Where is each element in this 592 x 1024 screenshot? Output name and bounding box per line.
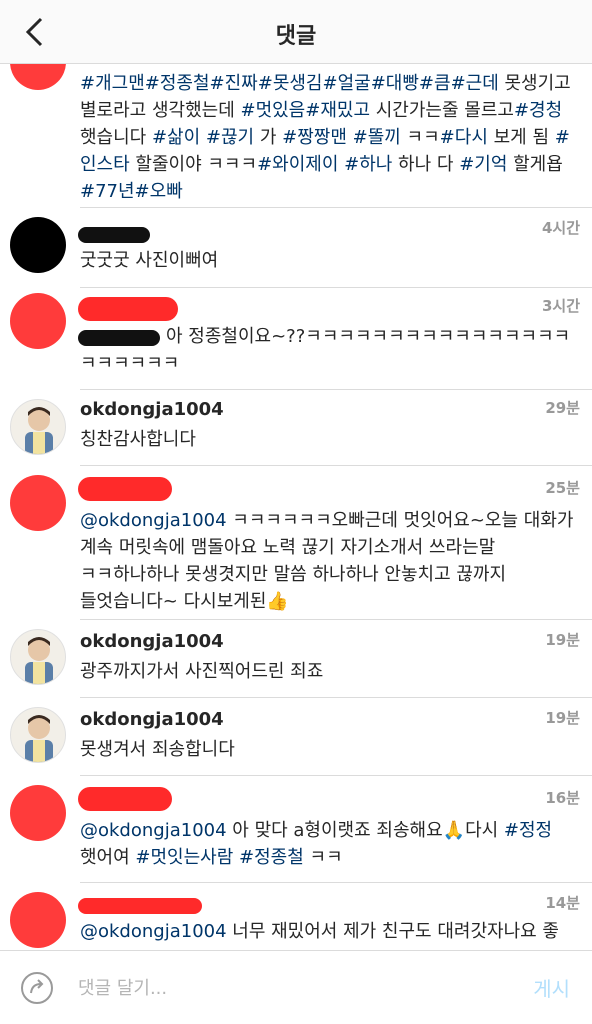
- hashtag-link[interactable]: #대빵: [371, 73, 419, 94]
- avatar[interactable]: [10, 64, 66, 90]
- share-arrow-icon: [21, 972, 53, 1004]
- comment-text: 하나 다: [392, 154, 460, 175]
- comment-list[interactable]: #개그맨#정종철#진짜#못생김#얼굴#대빵#큼#근데 못생기고 별로라고 생각했…: [0, 64, 592, 950]
- comment-time: 29분: [545, 399, 580, 417]
- avatar[interactable]: [10, 475, 66, 531]
- comment-body: 광주까지가서 사진찍어드린 죄죠: [80, 658, 574, 685]
- mention-link[interactable]: @okdongja1004: [80, 921, 227, 942]
- comment-text: ㅋㅋ: [303, 847, 343, 868]
- comment-username[interactable]: okdongja1004: [80, 631, 224, 652]
- hashtag-link[interactable]: #재밌고: [305, 100, 370, 121]
- comment-text: 햇어여: [80, 847, 136, 868]
- comment-time: 3시간: [541, 297, 580, 315]
- redacted-username: [78, 227, 150, 243]
- comment-text: 할게욥: [507, 154, 563, 175]
- post-button[interactable]: 게시: [533, 973, 570, 1002]
- comment-body: @okdongja1004 아 맞다 a형이랫죠 죄송해요🙏다시 #정정 햇어여…: [80, 817, 574, 871]
- comment-input[interactable]: [78, 973, 498, 1003]
- hashtag-link[interactable]: #하나: [344, 154, 392, 175]
- hashtag-link[interactable]: #끊기: [206, 127, 254, 148]
- comment-text: 가: [254, 127, 283, 148]
- comment-text: 너무 재밌어서 제가 친구도 대려갓자나요 좋: [226, 921, 559, 942]
- comment-body: 아 정종철이요~??ㅋㅋㅋㅋㅋㅋㅋㅋㅋㅋㅋㅋㅋㅋㅋㅋ ㅋㅋㅋㅋㅋㅋ: [80, 323, 574, 377]
- comment-body: 칭찬감사합니다: [80, 426, 574, 453]
- comment-text: 광주까지가서 사진찍어드린 죄죠: [80, 661, 324, 682]
- mention-link[interactable]: @okdongja1004: [80, 510, 227, 531]
- avatar[interactable]: [10, 399, 66, 455]
- comment-text: 햇습니다: [80, 127, 152, 148]
- comment-text: 칭찬감사합니다: [80, 429, 196, 450]
- hashtag-link[interactable]: #짱짱맨: [282, 127, 347, 148]
- redacted-username: [78, 898, 202, 914]
- hashtag-link[interactable]: #정정: [504, 820, 552, 841]
- comment-text: 아 정종철이요~??ㅋㅋㅋㅋㅋㅋㅋㅋㅋㅋㅋㅋㅋㅋㅋㅋ ㅋㅋㅋㅋㅋㅋ: [80, 326, 571, 374]
- comment-username[interactable]: okdongja1004: [80, 399, 224, 420]
- divider: [80, 287, 592, 288]
- divider: [80, 697, 592, 698]
- comment-text: ㅋㅋ: [400, 127, 440, 148]
- avatar[interactable]: [10, 707, 66, 763]
- divider: [80, 882, 592, 883]
- hashtag-link[interactable]: #진짜: [210, 73, 258, 94]
- hashtag-link[interactable]: #다시: [440, 127, 488, 148]
- avatar[interactable]: [10, 785, 66, 841]
- comment-text: 굿굿굿 사진이뻐여: [80, 250, 219, 271]
- hashtag-link[interactable]: #경청: [514, 100, 562, 121]
- divider: [80, 465, 592, 466]
- comment-time: 4시간: [541, 219, 580, 237]
- comment-username[interactable]: okdongja1004: [80, 709, 224, 730]
- redacted-username: [78, 477, 172, 501]
- hashtag-link[interactable]: #기억: [459, 154, 507, 175]
- avatar[interactable]: [10, 629, 66, 685]
- hashtag-link[interactable]: #얼굴: [323, 73, 371, 94]
- profile-photo-icon: [25, 637, 53, 684]
- top-bar: 댓글: [0, 0, 592, 64]
- divider: [80, 207, 592, 208]
- hashtag-link[interactable]: #오빠: [135, 181, 183, 202]
- hashtag-link[interactable]: #못생김: [258, 73, 323, 94]
- profile-photo-icon: [25, 715, 53, 762]
- comment-time: 16분: [545, 789, 580, 807]
- comment-time: 25분: [545, 479, 580, 497]
- hashtag-link[interactable]: #와이제이: [257, 154, 338, 175]
- comment-text: 다시: [465, 820, 504, 841]
- avatar[interactable]: [10, 217, 66, 273]
- comment-time: 19분: [545, 631, 580, 649]
- comment-text: 할줄이야 ㅋㅋㅋ: [129, 154, 258, 175]
- comment-body: 못생겨서 죄송합니다: [80, 736, 574, 763]
- comment-body: #개그맨#정종철#진짜#못생김#얼굴#대빵#큼#근데 못생기고 별로라고 생각했…: [80, 70, 574, 205]
- divider: [80, 389, 592, 390]
- avatar[interactable]: [10, 293, 66, 349]
- hashtag-link[interactable]: #근데: [451, 73, 499, 94]
- hashtag-link[interactable]: #개그맨: [80, 73, 145, 94]
- divider: [80, 619, 592, 620]
- hashtag-link[interactable]: #정종철: [145, 73, 210, 94]
- share-button[interactable]: [20, 971, 54, 1005]
- comment-text: 아 맞다 a형이랫죠 죄송해요🙏: [226, 820, 466, 841]
- comment-time: 14분: [545, 894, 580, 912]
- comment-time: 19분: [545, 709, 580, 727]
- hashtag-link[interactable]: #정종철: [239, 847, 304, 868]
- comment-text: 시간가는줄 몰르고: [370, 100, 514, 121]
- redacted-username: [78, 297, 178, 321]
- hashtag-link[interactable]: #멋있음: [240, 100, 305, 121]
- comment-text: 못생겨서 죄송합니다: [80, 739, 235, 760]
- comment-text: 보게 됨: [487, 127, 555, 148]
- hashtag-link[interactable]: #큼: [419, 73, 451, 94]
- comment-body: 굿굿굿 사진이뻐여: [80, 247, 574, 274]
- hashtag-link[interactable]: #멋잇는사람: [135, 847, 233, 868]
- hashtag-link[interactable]: #삶이: [152, 127, 200, 148]
- mention-link[interactable]: @okdongja1004: [80, 820, 227, 841]
- divider: [80, 775, 592, 776]
- hashtag-link[interactable]: #똘끼: [353, 127, 401, 148]
- redacted-username: [78, 787, 172, 811]
- profile-photo-icon: [25, 407, 53, 454]
- comment-composer: 게시: [0, 950, 592, 1024]
- comment-body: @okdongja1004 너무 재밌어서 제가 친구도 대려갓자나요 좋: [80, 918, 574, 945]
- comment-body: @okdongja1004 ㅋㅋㅋㅋㅋㅋ오빠근데 멋잇어요~오늘 대화가 계속 …: [80, 507, 574, 615]
- hashtag-link[interactable]: #77년: [80, 181, 135, 202]
- avatar[interactable]: [10, 892, 66, 948]
- page-title: 댓글: [275, 24, 317, 49]
